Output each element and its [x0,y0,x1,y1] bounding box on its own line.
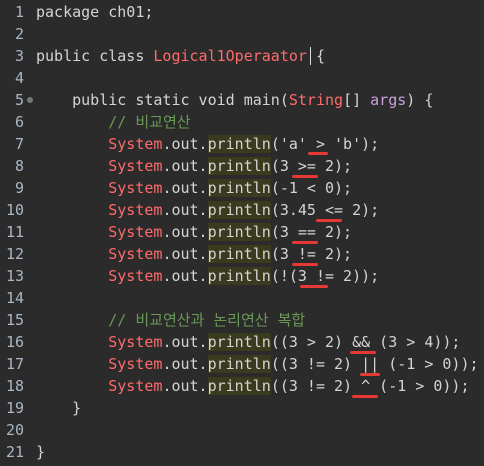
code-line-16: System.out.println((3 > 2) && (3 > 4)); [108,333,461,351]
line-number: 17 [5,355,24,373]
code-line-5: public static void main(String[] args) { [36,91,434,109]
line-number: 20 [5,421,24,439]
line-number: 3 [14,47,24,65]
red-underline-mark [352,395,378,398]
red-underline-mark [292,175,318,178]
code-line-11: System.out.println(3 == 2); [108,223,353,241]
line-number: 11 [5,223,24,241]
code-editor[interactable]: 1 2 3 4 5 6 7 8 9 10 11 12 13 14 15 16 1… [0,0,484,466]
code-line-3: public class Logical1Operaator { [36,47,325,65]
code-area[interactable]: package ch01; public class Logical1Opera… [36,0,484,466]
text-cursor [310,47,311,65]
code-line-6-comment: // 비교연산 [36,113,191,131]
line-number: 2 [14,25,24,43]
line-number: 7 [14,135,24,153]
code-line-8: System.out.println(3 >= 2); [108,157,353,175]
line-number: 21 [5,443,24,461]
red-underline-mark [292,241,318,244]
line-number: 4 [14,69,24,87]
line-number: 14 [5,289,24,307]
red-underline-mark [350,351,376,354]
line-number: 5 [14,91,24,109]
code-line-17: System.out.println((3 != 2) || (-1 > 0))… [108,355,479,373]
line-number: 1 [14,3,24,21]
code-line-15-comment: // 비교연산과 논리연산 복합 [36,311,306,329]
red-underline-mark [360,373,380,376]
red-underline-mark [316,219,342,222]
code-line-19: } [36,399,82,417]
line-number: 8 [14,157,24,175]
line-number: 6 [14,113,24,131]
code-line-13: System.out.println(!(3 != 2)); [108,267,380,285]
line-number: 13 [5,267,24,285]
fold-marker-icon[interactable] [27,97,33,103]
code-line-9: System.out.println(-1 < 0); [108,179,353,197]
red-underline-mark [300,285,328,288]
code-line-21: } [36,443,46,461]
line-number-gutter: 1 2 3 4 5 6 7 8 9 10 11 12 13 14 15 16 1… [0,0,33,466]
line-number: 19 [5,399,24,417]
line-number: 12 [5,245,24,263]
line-number: 18 [5,377,24,395]
code-line-1: package ch01; [36,3,154,21]
line-number: 16 [5,333,24,351]
line-number: 9 [14,179,24,197]
red-underline-mark [292,263,318,266]
line-number: 15 [5,311,24,329]
line-number: 10 [5,201,24,219]
code-line-18: System.out.println((3 != 2) ^ (-1 > 0)); [108,377,470,395]
code-line-12: System.out.println(3 != 2); [108,245,353,263]
red-underline-mark [308,152,328,155]
code-line-10: System.out.println(3.45 <= 2); [108,201,380,219]
